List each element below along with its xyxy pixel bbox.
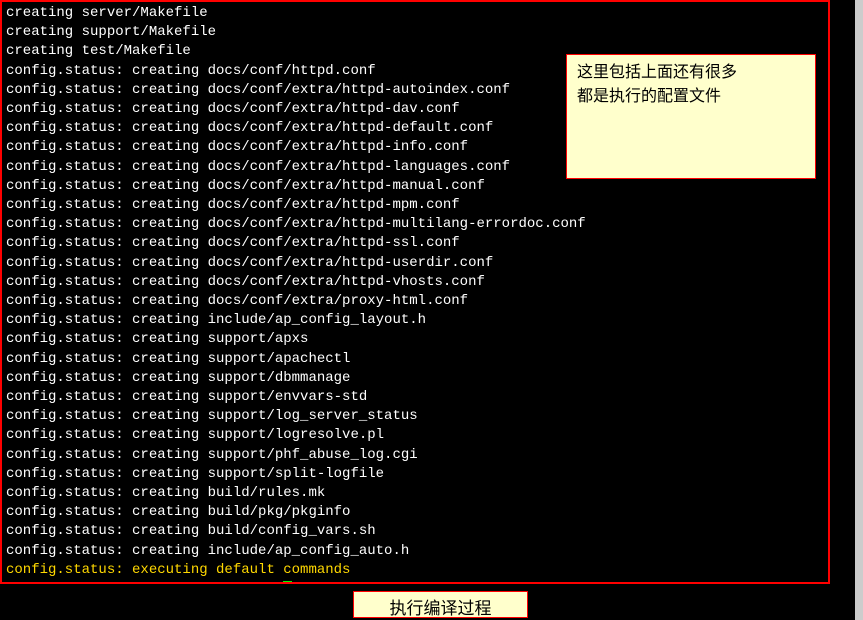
terminal-line: config.status: creating include/ap_confi…: [6, 311, 824, 330]
terminal-line: config.status: creating support/split-lo…: [6, 465, 824, 484]
terminal-line: config.status: creating docs/conf/extra/…: [6, 177, 824, 196]
terminal-line: config.status: creating docs/conf/extra/…: [6, 292, 824, 311]
terminal-line: config.status: creating docs/conf/extra/…: [6, 196, 824, 215]
annotation-compile-process: 执行编译过程: [353, 591, 528, 618]
terminal-line: config.status: creating build/rules.mk: [6, 484, 824, 503]
terminal-line: config.status: creating docs/conf/extra/…: [6, 215, 824, 234]
terminal-window[interactable]: creating server/Makefilecreating support…: [0, 0, 830, 584]
terminal-line: config.status: creating docs/conf/extra/…: [6, 234, 824, 253]
terminal-line: config.status: creating support/phf_abus…: [6, 446, 824, 465]
prompt-line[interactable]: [root@Linux6-3 httpd-2.4.2]# make: [6, 580, 824, 584]
terminal-line: config.status: creating build/pkg/pkginf…: [6, 503, 824, 522]
terminal-line: config.status: creating support/envvars-…: [6, 388, 824, 407]
terminal-line: config.status: creating docs/conf/extra/…: [6, 273, 824, 292]
terminal-line: config.status: creating include/ap_confi…: [6, 542, 824, 561]
annotation-text-line: 都是执行的配置文件: [577, 85, 805, 109]
terminal-line: config.status: creating support/log_serv…: [6, 407, 824, 426]
terminal-line: config.status: executing default command…: [6, 561, 824, 580]
annotation-config-files: 这里包括上面还有很多 都是执行的配置文件: [566, 54, 816, 179]
terminal-line: config.status: creating support/logresol…: [6, 426, 824, 445]
terminal-line: config.status: creating support/apachect…: [6, 350, 824, 369]
terminal-line: config.status: creating support/apxs: [6, 330, 824, 349]
terminal-line: creating support/Makefile: [6, 23, 824, 42]
terminal-line: config.status: creating support/dbmmanag…: [6, 369, 824, 388]
terminal-line: creating server/Makefile: [6, 4, 824, 23]
typed-command: make: [250, 581, 284, 584]
annotation-text-line: 这里包括上面还有很多: [577, 61, 805, 85]
terminal-line: config.status: creating build/config_var…: [6, 522, 824, 541]
terminal-line: config.status: creating docs/conf/extra/…: [6, 254, 824, 273]
scrollbar-edge: [855, 0, 863, 620]
shell-prompt: [root@Linux6-3 httpd-2.4.2]#: [6, 581, 250, 584]
cursor: [283, 581, 292, 584]
